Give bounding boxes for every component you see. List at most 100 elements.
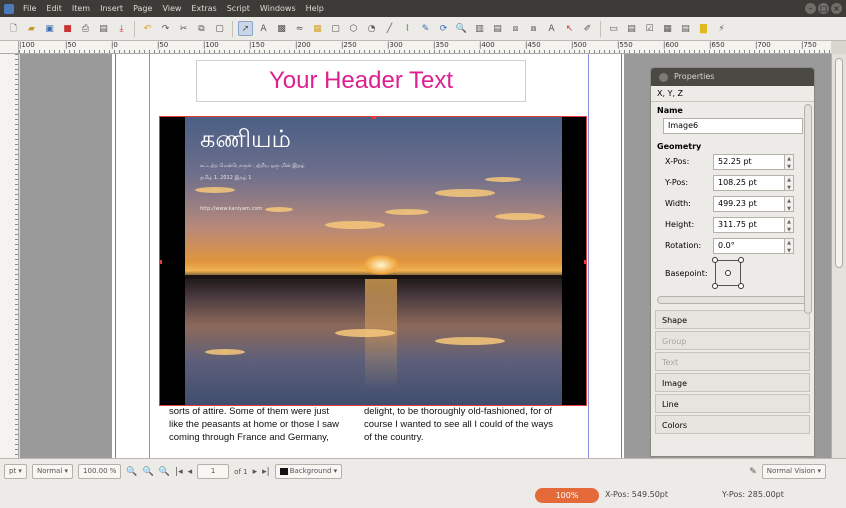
canvas-vertical-scrollbar[interactable]	[831, 54, 846, 458]
edit-text-icon[interactable]: ▤	[490, 21, 505, 36]
save-icon[interactable]: ▣	[42, 21, 57, 36]
pdf-combobox-icon[interactable]: ▦	[660, 21, 675, 36]
zoom-out-icon[interactable]: 🔍	[126, 467, 137, 477]
section-image[interactable]: Image	[655, 373, 810, 392]
width-field[interactable]: 499.23 pt	[713, 195, 785, 212]
palette-vertical-scrollbar[interactable]	[804, 104, 812, 314]
polygon-icon[interactable]: ⬡	[346, 21, 361, 36]
eyedropper-icon[interactable]: ✐	[580, 21, 595, 36]
menu-windows[interactable]: Windows	[255, 4, 301, 13]
open-icon[interactable]: ▰	[24, 21, 39, 36]
basepoint-center-icon[interactable]	[725, 270, 731, 276]
menu-extras[interactable]: Extras	[186, 4, 221, 13]
section-line[interactable]: Line	[655, 394, 810, 413]
layer-select[interactable]: Background ▾	[274, 464, 343, 479]
maximize-icon[interactable]: □	[818, 3, 829, 14]
pdf-button-icon[interactable]: ▭	[606, 21, 621, 36]
preflight-icon[interactable]: ▤	[96, 21, 111, 36]
menu-script[interactable]: Script	[222, 4, 255, 13]
rotate-icon[interactable]: ⟳	[436, 21, 451, 36]
last-page-icon[interactable]: ▸|	[262, 467, 270, 477]
ypos-field[interactable]: 108.25 pt	[713, 174, 785, 191]
resize-handle[interactable]	[584, 260, 586, 264]
text-frame-icon[interactable]: A	[256, 21, 271, 36]
section-group[interactable]: Group	[655, 331, 810, 350]
shape-icon[interactable]: ▢	[328, 21, 343, 36]
first-page-icon[interactable]: |◂	[175, 467, 183, 477]
pdf-listbox-icon[interactable]: ▤	[678, 21, 693, 36]
menu-insert[interactable]: Insert	[95, 4, 128, 13]
preview-mode-icon[interactable]: ✎	[749, 467, 757, 477]
mode-select[interactable]: Normal ▾	[31, 464, 74, 479]
menu-item[interactable]: Item	[67, 4, 95, 13]
text-column-left[interactable]: sorts of attire. Some of them were just …	[169, 405, 367, 444]
ypos-spinner[interactable]: ▲ ▼	[785, 174, 794, 191]
select-tool-icon[interactable]: ➚	[238, 21, 253, 36]
basepoint-bottom-left-icon[interactable]	[712, 283, 718, 289]
height-field[interactable]: 311.75 pt	[713, 216, 785, 233]
new-document-icon[interactable]: 🗋	[6, 21, 21, 36]
arc-icon[interactable]: ◔	[364, 21, 379, 36]
zoom-100-icon[interactable]: 🔍	[143, 467, 154, 477]
close-icon[interactable]: ×	[831, 3, 842, 14]
bezier-icon[interactable]: ⌇	[400, 21, 415, 36]
text-column-right[interactable]: delight, to be thoroughly old-fashioned,…	[364, 405, 594, 444]
copy-icon[interactable]: ⧉	[194, 21, 209, 36]
paste-icon[interactable]: ▢	[212, 21, 227, 36]
undo-icon[interactable]: ↶	[140, 21, 155, 36]
resize-handle[interactable]	[372, 117, 376, 119]
image-frame-icon[interactable]: ▩	[274, 21, 289, 36]
next-page-icon[interactable]: ▸	[253, 467, 258, 477]
xpos-field[interactable]: 52.25 pt	[713, 153, 785, 170]
export-pdf-icon[interactable]: ⤓	[114, 21, 129, 36]
section-text[interactable]: Text	[655, 352, 810, 371]
tab-xyz[interactable]: X, Y, Z	[651, 86, 814, 102]
height-spinner[interactable]: ▲ ▼	[785, 216, 794, 233]
line-icon[interactable]: ╱	[382, 21, 397, 36]
basepoint-top-right-icon[interactable]	[738, 257, 744, 263]
vision-select[interactable]: Normal Vision ▾	[761, 464, 826, 479]
name-field[interactable]: Image6	[663, 118, 803, 134]
page-field[interactable]: 1	[197, 464, 230, 479]
resize-handle[interactable]	[160, 260, 162, 264]
palette-horizontal-scrollbar[interactable]	[657, 296, 808, 304]
image-frame[interactable]: கணியம் கட்டற்ற மென்பொருள் பற்றிய ஒரு மின…	[159, 116, 587, 406]
menu-help[interactable]: Help	[301, 4, 329, 13]
unlink-frames-icon[interactable]: ⧇	[526, 21, 541, 36]
measure-icon[interactable]: A	[544, 21, 559, 36]
horizontal-ruler[interactable]: |100 |50 |0 |50 |100 |150 |200 |250 |300 |350 |400…	[19, 41, 831, 54]
link-annotation-icon[interactable]: ⚡	[714, 21, 729, 36]
zoom-icon[interactable]: 🔍	[454, 21, 469, 36]
unit-select[interactable]: pt ▾	[4, 464, 27, 479]
basepoint-top-left-icon[interactable]	[712, 257, 718, 263]
properties-title-bar[interactable]: Properties	[651, 68, 814, 86]
scrollbar-thumb[interactable]	[835, 58, 843, 268]
menu-edit[interactable]: Edit	[41, 4, 67, 13]
basepoint-selector[interactable]	[712, 257, 744, 289]
prev-page-icon[interactable]: ◂	[188, 467, 193, 477]
freehand-icon[interactable]: ✎	[418, 21, 433, 36]
rotation-spinner[interactable]: ▲ ▼	[785, 237, 794, 254]
xpos-spinner[interactable]: ▲ ▼	[785, 153, 794, 170]
menu-view[interactable]: View	[157, 4, 186, 13]
menu-file[interactable]: File	[18, 4, 41, 13]
vertical-ruler[interactable]	[0, 54, 19, 458]
header-text-frame[interactable]: Your Header Text	[196, 60, 526, 102]
table-icon[interactable]: ▦	[310, 21, 325, 36]
redo-icon[interactable]: ↷	[158, 21, 173, 36]
pdf-textfield-icon[interactable]: ▤	[624, 21, 639, 36]
render-frame-icon[interactable]: ≈	[292, 21, 307, 36]
zoom-field[interactable]: 100.00 %	[78, 464, 122, 479]
cut-icon[interactable]: ✂	[176, 21, 191, 36]
width-spinner[interactable]: ▲ ▼	[785, 195, 794, 212]
menu-page[interactable]: Page	[128, 4, 157, 13]
minimize-icon[interactable]: –	[805, 3, 816, 14]
palette-close-icon[interactable]	[659, 72, 668, 82]
pdf-checkbox-icon[interactable]: ☑	[642, 21, 657, 36]
edit-contents-icon[interactable]: ▥	[472, 21, 487, 36]
section-colors[interactable]: Colors	[655, 415, 810, 434]
print-icon[interactable]: ⎙	[78, 21, 93, 36]
zoom-in-icon[interactable]: 🔍	[159, 467, 170, 477]
basepoint-bottom-right-icon[interactable]	[738, 283, 744, 289]
rotation-field[interactable]: 0.0°	[713, 237, 785, 254]
